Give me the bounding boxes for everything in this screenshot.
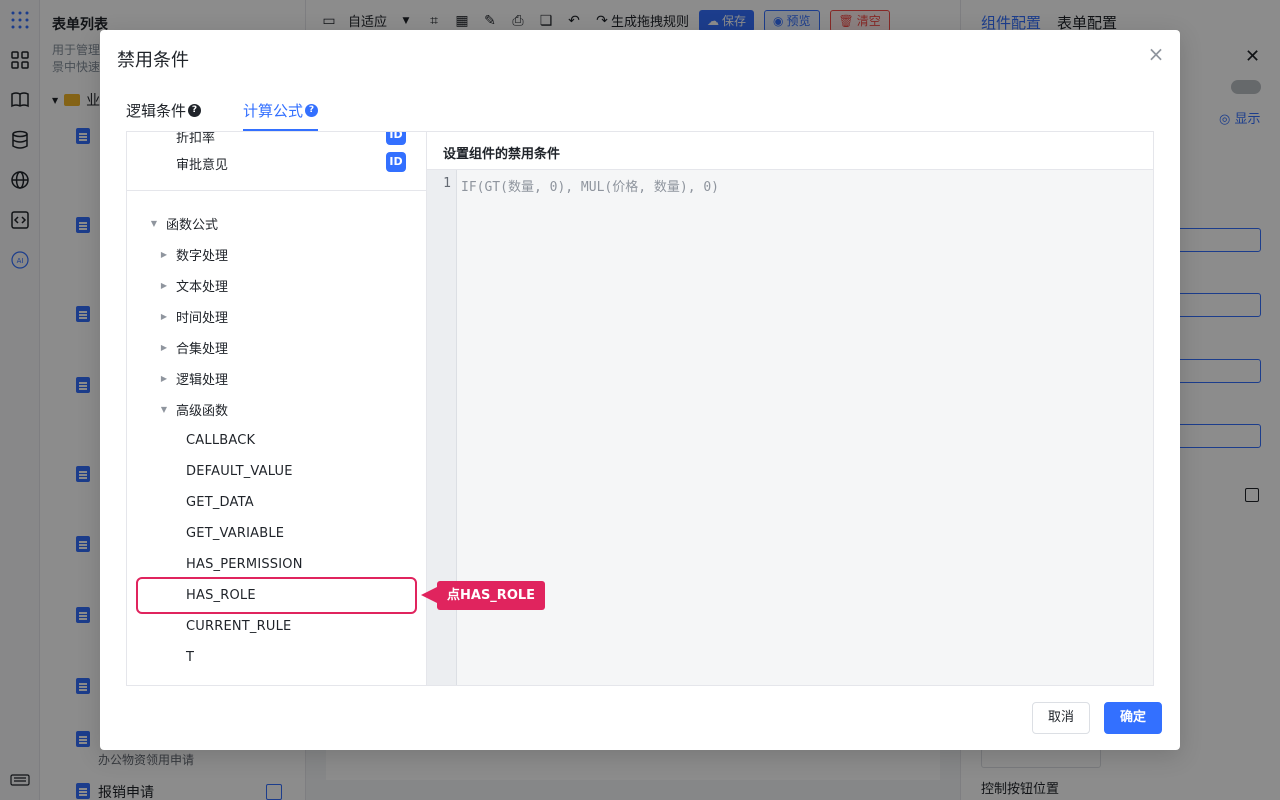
formula-placeholder: IF(GT(数量, 0), MUL(价格, 数量), 0) [461, 180, 720, 195]
tree-category-advanced[interactable]: ▼ 高级函数 [158, 394, 228, 425]
function-item[interactable]: T [186, 642, 194, 673]
caret-right-icon: ▶ [160, 250, 168, 259]
help-icon[interactable]: ? [305, 103, 319, 117]
tree-category[interactable]: ▶ 逻辑处理 [158, 363, 228, 394]
function-tree[interactable]: 折扣率 ID 审批意见 ID ▼ 函数公式 ▶ 数字处理 ▶ 文本处理 ▶ 时间… [127, 132, 427, 685]
function-item[interactable]: GET_VARIABLE [186, 518, 284, 549]
field-item[interactable]: 审批意见 ID [127, 147, 426, 178]
tree-divider [127, 190, 426, 191]
disable-condition-modal: 禁用条件 × 逻辑条件 ? 计算公式 ? 折扣率 ID 审批意见 ID ▼ 函数… [100, 30, 1180, 750]
formula-code-input[interactable]: IF(GT(数量, 0), MUL(价格, 数量), 0) [457, 170, 1153, 685]
function-item[interactable]: CURRENT_RULE [186, 611, 291, 642]
close-icon[interactable]: × [1146, 44, 1166, 64]
caret-down-icon: ▼ [160, 405, 168, 414]
function-item[interactable]: CALLBACK [186, 425, 255, 456]
tab-logic-condition[interactable]: 逻辑条件 ? [126, 98, 202, 122]
help-icon[interactable]: ? [188, 103, 202, 117]
tab-formula[interactable]: 计算公式 ? [243, 98, 319, 131]
function-item[interactable]: HAS_PERMISSION [186, 549, 303, 580]
id-badge: ID [386, 132, 406, 145]
editor-header: 设置组件的禁用条件 [427, 132, 1153, 170]
id-badge: ID [386, 152, 406, 172]
caret-right-icon: ▶ [160, 343, 168, 352]
tree-category[interactable]: ▶ 合集处理 [158, 332, 228, 363]
tree-root-functions[interactable]: ▼ 函数公式 [148, 208, 218, 239]
modal-title: 禁用条件 [117, 50, 189, 71]
caret-right-icon: ▶ [160, 312, 168, 321]
tree-category[interactable]: ▶ 时间处理 [158, 301, 228, 332]
highlight-box [136, 577, 417, 614]
caret-right-icon: ▶ [160, 281, 168, 290]
confirm-button[interactable]: 确定 [1104, 702, 1163, 734]
tree-category[interactable]: ▶ 文本处理 [158, 270, 228, 301]
caret-down-icon: ▼ [150, 219, 158, 228]
formula-body: 折扣率 ID 审批意见 ID ▼ 函数公式 ▶ 数字处理 ▶ 文本处理 ▶ 时间… [126, 131, 1154, 686]
caret-right-icon: ▶ [160, 374, 168, 383]
function-item[interactable]: GET_DATA [186, 487, 254, 518]
tutorial-callout: 点HAS_ROLE [420, 581, 546, 610]
line-number: 1 [443, 176, 451, 191]
tree-category[interactable]: ▶ 数字处理 [158, 239, 228, 270]
function-item[interactable]: DEFAULT_VALUE [186, 456, 293, 487]
cancel-button[interactable]: 取消 [1032, 702, 1091, 734]
modal-tabs: 逻辑条件 ? 计算公式 ? [126, 98, 319, 132]
